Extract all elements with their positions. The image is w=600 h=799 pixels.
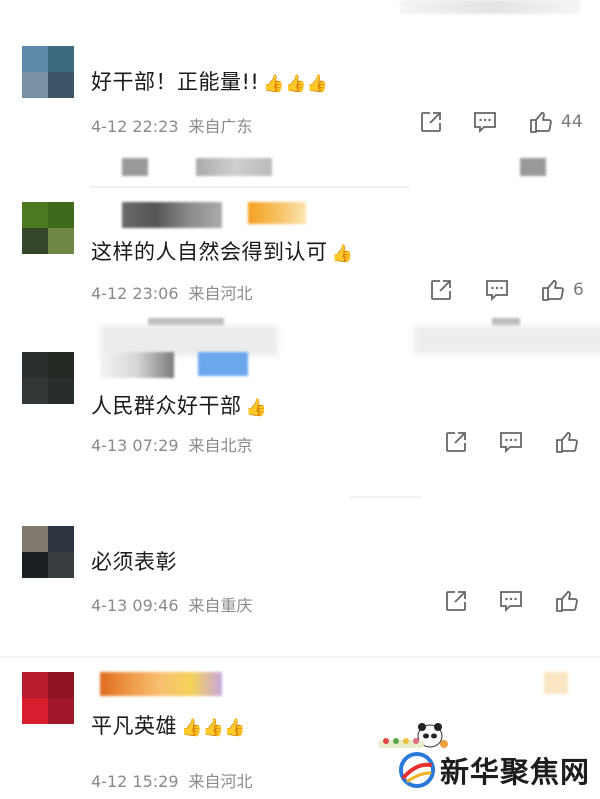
like-button[interactable] — [554, 429, 580, 455]
comment-date: 4-12 15:29 — [91, 772, 179, 791]
like-button[interactable] — [528, 109, 554, 135]
comment-button[interactable] — [498, 588, 524, 614]
comment-icon — [486, 280, 508, 302]
comment-body: 平凡英雄 — [91, 714, 177, 738]
comment-date: 4-12 23:06 — [91, 284, 179, 303]
comment-body: 人民群众好干部 — [91, 394, 242, 418]
panda-sticker-icon — [378, 723, 448, 748]
comment-meta: 4-12 22:23 来自广东 — [91, 113, 253, 137]
comment-item: 人民群众好干部 👍 4-13 07:29 来自北京 — [0, 320, 600, 490]
blurred-badge — [198, 352, 248, 376]
comment-item: 这样的人自然会得到认可 👍 4-12 23:06 来自河北 6 — [0, 150, 600, 320]
avatar-tile — [48, 228, 74, 254]
share-icon — [421, 112, 441, 132]
blurred-username — [100, 672, 222, 696]
avatar-tile — [22, 526, 48, 552]
comment-meta: 4-12 23:06 来自河北 — [91, 280, 253, 304]
blurred-badge — [544, 672, 568, 694]
comment-icon — [474, 112, 496, 134]
thumbs-emoji: 👍 — [245, 398, 268, 418]
comment-item: 必须表彰 4-13 09:46 来自重庆 — [0, 490, 600, 650]
comment-text: 必须表彰 — [91, 546, 181, 576]
comment-date: 4-12 22:23 — [91, 117, 179, 136]
blurred-badge — [248, 202, 306, 224]
watermark: 新华聚焦网 — [398, 749, 590, 791]
comment-button[interactable] — [484, 277, 510, 303]
share-button[interactable] — [443, 588, 469, 614]
share-button[interactable] — [428, 277, 454, 303]
avatar-tile — [48, 202, 74, 228]
share-icon — [431, 280, 451, 300]
thumbs-emoji: 👍👍👍 — [181, 718, 247, 738]
avatar-tile — [48, 352, 74, 378]
comment-button[interactable] — [498, 429, 524, 455]
avatar-tile — [22, 698, 48, 724]
comment-location: 来自广东 — [188, 117, 253, 136]
avatar-tile — [48, 672, 74, 698]
comment-location: 来自河北 — [188, 284, 253, 303]
comment-item: 好干部！正能量!! 👍👍👍 4-12 22:23 来自广东 44 — [0, 0, 600, 150]
thumbs-up-icon — [556, 431, 578, 453]
avatar-tile — [22, 378, 48, 404]
like-button[interactable] — [540, 277, 566, 303]
comment-meta: 4-12 15:29 来自河北 — [91, 768, 253, 792]
avatar-tile — [48, 46, 74, 72]
thumbs-up-icon — [556, 590, 578, 612]
avatar-tile — [22, 552, 48, 578]
comment-button[interactable] — [472, 109, 498, 135]
share-icon — [446, 591, 466, 611]
comment-text: 这样的人自然会得到认可 👍 — [91, 236, 353, 266]
watermark-text: 新华聚焦网 — [439, 755, 590, 789]
like-button[interactable] — [554, 588, 580, 614]
comment-date: 4-13 09:46 — [91, 596, 179, 615]
avatar-tile — [48, 378, 74, 404]
comment-body: 必须表彰 — [91, 550, 177, 574]
comment-body: 好干部！正能量!! — [91, 70, 260, 94]
avatar[interactable] — [22, 526, 74, 578]
avatar-tile — [22, 72, 48, 98]
avatar[interactable] — [22, 352, 74, 404]
thumbs-emoji: 👍👍👍 — [263, 74, 329, 94]
avatar-tile — [48, 698, 74, 724]
avatar-tile — [48, 72, 74, 98]
avatar-tile — [22, 46, 48, 72]
blurred-username — [100, 352, 174, 378]
comment-location: 来自北京 — [188, 436, 253, 455]
comment-body: 这样的人自然会得到认可 — [91, 240, 328, 264]
share-button[interactable] — [418, 109, 444, 135]
avatar[interactable] — [22, 46, 74, 98]
comment-text: 人民群众好干部 👍 — [91, 390, 267, 420]
like-count: 6 — [573, 280, 584, 300]
comment-meta: 4-13 07:29 来自北京 — [91, 432, 253, 456]
comment-meta: 4-13 09:46 来自重庆 — [91, 592, 253, 616]
comment-date: 4-13 07:29 — [91, 436, 179, 455]
comment-location: 来自河北 — [188, 772, 253, 791]
avatar[interactable] — [22, 202, 74, 254]
avatar-tile — [22, 672, 48, 698]
avatar[interactable] — [22, 672, 74, 724]
comment-text: 好干部！正能量!! 👍👍👍 — [91, 66, 328, 96]
panda-sticker — [372, 722, 450, 752]
avatar-tile — [22, 228, 48, 254]
thumbs-up-icon — [542, 279, 564, 301]
avatar-tile — [48, 552, 74, 578]
thumbs-emoji: 👍 — [331, 244, 354, 264]
avatar-tile — [22, 352, 48, 378]
share-button[interactable] — [443, 429, 469, 455]
comment-icon — [500, 432, 522, 454]
comment-icon — [500, 591, 522, 613]
avatar-tile — [22, 202, 48, 228]
comment-text: 平凡英雄 👍👍👍 — [91, 710, 246, 740]
blurred-username — [122, 202, 222, 228]
avatar-tile — [48, 526, 74, 552]
xinhua-logo-icon — [398, 751, 436, 789]
thumbs-up-icon — [530, 111, 552, 133]
like-count: 44 — [561, 112, 583, 132]
comment-location: 来自重庆 — [188, 596, 253, 615]
share-icon — [446, 432, 466, 452]
